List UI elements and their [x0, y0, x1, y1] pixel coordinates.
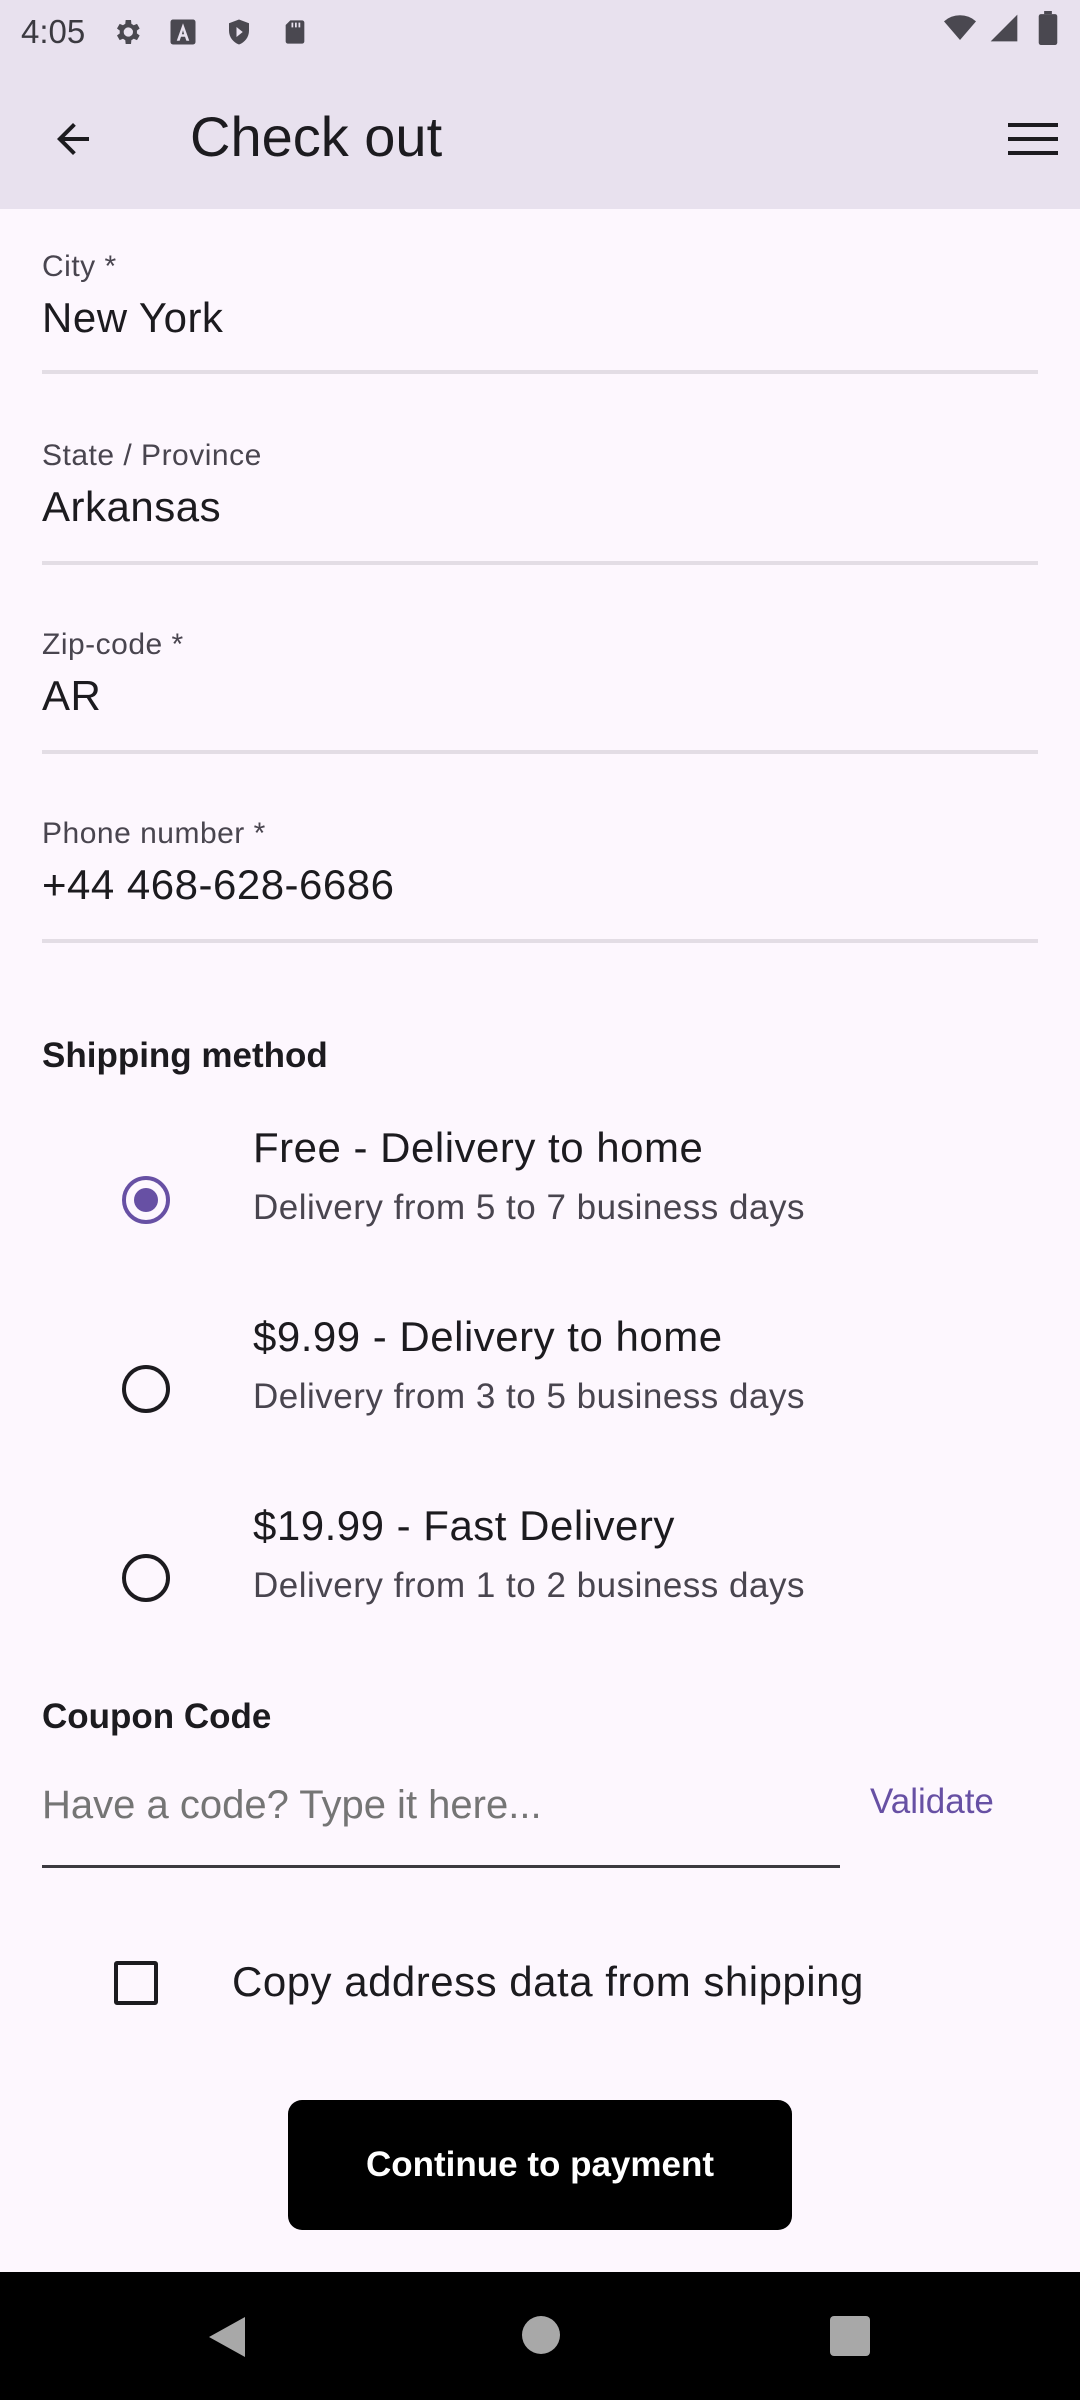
coupon-code-input[interactable]	[42, 1775, 838, 1835]
phone-underline	[42, 939, 1038, 943]
radio-unselected-icon[interactable]	[122, 1554, 170, 1602]
radio-unselected-icon[interactable]	[122, 1365, 170, 1413]
shipping-option-subtitle: Delivery from 5 to 7 business days	[253, 1188, 805, 1227]
status-bar: 4:05	[0, 0, 1080, 64]
hamburger-menu-icon	[1008, 123, 1058, 155]
copy-address-checkbox[interactable]	[114, 1961, 158, 2005]
page-title: Check out	[190, 105, 443, 168]
arrow-left-icon	[57, 123, 89, 155]
nav-recents-icon[interactable]	[830, 2316, 870, 2356]
zip-field[interactable]: Zip-code * AR	[42, 628, 1038, 754]
battery-icon	[1032, 11, 1064, 45]
checkout-screen: 4:05 Check out City * New York State / P…	[0, 0, 1080, 2400]
phone-value[interactable]: +44 468-628-6686	[42, 861, 1038, 909]
zip-value[interactable]: AR	[42, 672, 1038, 720]
city-underline	[42, 370, 1038, 374]
nav-back-icon[interactable]	[205, 2313, 249, 2361]
shipping-option-title: $19.99 - Fast Delivery	[253, 1502, 675, 1549]
city-value[interactable]: New York	[42, 294, 1038, 342]
copy-address-label[interactable]: Copy address data from shipping	[232, 1958, 864, 2006]
shipping-option-title: Free - Delivery to home	[253, 1124, 704, 1171]
font-a-icon	[167, 16, 199, 48]
shield-icon	[223, 16, 255, 48]
shipping-option-subtitle: Delivery from 1 to 2 business days	[253, 1566, 805, 1605]
shipping-option-fast[interactable]: $19.99 - Fast Delivery Delivery from 1 t…	[0, 1488, 1080, 1668]
shipping-method-title: Shipping method	[42, 1036, 328, 1075]
shipping-option-title: $9.99 - Delivery to home	[253, 1313, 723, 1360]
radio-selected-icon[interactable]	[122, 1176, 170, 1224]
coupon-code-title: Coupon Code	[42, 1697, 272, 1736]
state-field[interactable]: State / Province Arkansas	[42, 439, 1038, 565]
zip-underline	[42, 750, 1038, 754]
nav-home-icon[interactable]	[522, 2316, 560, 2354]
zip-label: Zip-code *	[42, 628, 184, 661]
city-label: City *	[42, 250, 117, 283]
shipping-option-standard[interactable]: $9.99 - Delivery to home Delivery from 3…	[0, 1299, 1080, 1479]
phone-field[interactable]: Phone number * +44 468-628-6686	[42, 817, 1038, 943]
status-icons-right	[944, 11, 1064, 45]
gear-icon	[111, 16, 143, 48]
shipping-option-subtitle: Delivery from 3 to 5 business days	[253, 1377, 805, 1416]
menu-button[interactable]	[1000, 106, 1066, 172]
city-field[interactable]: City * New York	[42, 250, 1038, 374]
state-label: State / Province	[42, 439, 262, 472]
system-nav-bar	[0, 2272, 1080, 2400]
back-button[interactable]	[40, 106, 106, 172]
status-time: 4:05	[21, 13, 86, 50]
phone-label: Phone number *	[42, 817, 266, 850]
continue-to-payment-button[interactable]: Continue to payment	[288, 2100, 792, 2230]
validate-button[interactable]: Validate	[870, 1782, 994, 1822]
shipping-option-free[interactable]: Free - Delivery to home Delivery from 5 …	[0, 1110, 1080, 1290]
status-icons-left	[111, 16, 311, 48]
wifi-icon	[944, 12, 976, 44]
coupon-underline	[42, 1865, 840, 1868]
state-underline	[42, 561, 1038, 565]
app-bar: Check out	[0, 64, 1080, 209]
sd-card-icon	[279, 16, 311, 48]
signal-icon	[988, 12, 1020, 44]
state-value[interactable]: Arkansas	[42, 483, 1038, 531]
